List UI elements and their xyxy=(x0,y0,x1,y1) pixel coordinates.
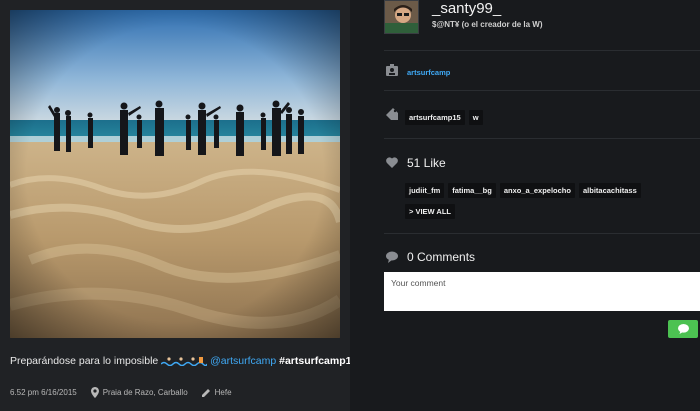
caption-text: Preparándose para lo imposible xyxy=(10,355,162,367)
post-time: 6.52 pm 6/16/2015 xyxy=(10,388,77,397)
liker-chip[interactable]: judiit_fm xyxy=(405,183,445,198)
pencil-icon xyxy=(201,389,210,397)
liker-chip[interactable]: anxo_a_expelocho xyxy=(499,183,575,198)
send-comment-button[interactable] xyxy=(668,320,698,338)
comment-input[interactable] xyxy=(384,272,700,311)
tags-list: artsurfcamp15 w xyxy=(405,107,487,125)
post-photo[interactable] xyxy=(10,10,340,338)
tag-chip[interactable]: w xyxy=(468,110,483,125)
view-all-likes-button[interactable]: > VIEW ALL xyxy=(405,204,456,219)
post-place[interactable]: Praia de Razo, Carballo xyxy=(103,388,188,397)
comments-count: 0 Comments xyxy=(407,250,476,264)
details-panel: _santy99_ $@NT¥ (o el creador de la W) a… xyxy=(350,0,700,411)
tag-chip[interactable]: artsurfcamp15 xyxy=(405,110,465,125)
avatar[interactable] xyxy=(384,0,419,34)
user-bio: $@NT¥ (o el creador de la W) xyxy=(432,20,543,29)
likes-count: 51 Like xyxy=(407,156,446,170)
post-caption: Preparándose para lo imposible @artsurfc… xyxy=(10,355,374,367)
likers-list: judiit_fm fatima__bg anxo_a_expelocho albit… xyxy=(405,180,695,222)
chat-send-icon xyxy=(677,324,689,334)
comment-bubble-icon xyxy=(386,251,398,263)
divider xyxy=(384,233,700,234)
post-panel: Preparándose para lo imposible @artsurfc… xyxy=(0,0,374,411)
divider xyxy=(384,90,700,91)
heart-icon[interactable] xyxy=(386,157,398,168)
place-marker-icon xyxy=(90,387,99,398)
divider xyxy=(384,138,700,139)
post-meta: 6.52 pm 6/16/2015 Praia de Razo, Carball… xyxy=(10,387,232,398)
liker-chip[interactable]: fatima__bg xyxy=(448,183,496,198)
location-link[interactable]: artsurfcamp xyxy=(407,68,450,77)
location-icon xyxy=(386,64,398,76)
caption-mention-link[interactable]: @artsurfcamp xyxy=(210,355,276,367)
swimmer-emoji-icon xyxy=(161,357,208,366)
post-filter: Hefe xyxy=(214,388,232,397)
liker-chip[interactable]: albitacachitass xyxy=(578,183,641,198)
username[interactable]: _santy99_ xyxy=(432,0,501,17)
tag-icon xyxy=(386,108,398,120)
divider xyxy=(384,50,700,51)
page: Preparándose para lo imposible @artsurfc… xyxy=(0,0,700,411)
